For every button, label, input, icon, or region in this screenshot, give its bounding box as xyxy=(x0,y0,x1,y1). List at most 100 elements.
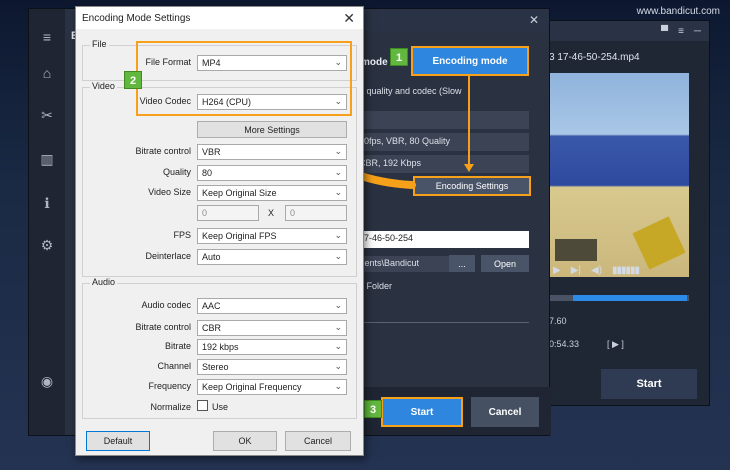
mode-heading: mode xyxy=(361,57,388,68)
time-readout: 7.60 xyxy=(549,316,567,326)
encoding-settings-button[interactable]: Encoding Settings xyxy=(413,176,531,196)
chevron-down-icon: ⌄ xyxy=(334,230,342,240)
chevron-down-icon: ⌄ xyxy=(334,341,342,351)
bitrate-label: Bitrate xyxy=(164,341,191,351)
close-icon[interactable]: ✕ xyxy=(529,13,539,27)
menu-icon[interactable]: ≡ xyxy=(678,26,684,37)
bitrate-select[interactable]: 192 kbps ⌄ xyxy=(197,339,347,355)
video-size-select[interactable]: Keep Original Size ⌄ xyxy=(197,185,347,201)
ok-button[interactable]: OK xyxy=(213,431,277,451)
chevron-down-icon: ⌄ xyxy=(334,361,342,371)
quality-label: Quality xyxy=(162,167,191,177)
record-icon[interactable]: ◉ xyxy=(38,373,56,391)
fps-value: Keep Original FPS xyxy=(202,231,277,241)
hamburger-icon[interactable]: ≡ xyxy=(38,29,56,47)
empty-row xyxy=(353,111,529,129)
quality-value: 80 xyxy=(202,168,213,178)
quality-select[interactable]: 80 ⌄ xyxy=(197,165,347,181)
chevron-down-icon: ⌄ xyxy=(334,146,342,156)
default-button[interactable]: Default xyxy=(86,431,150,451)
minimize-icon[interactable]: ─ xyxy=(694,26,701,37)
playback-controls: ▶ ▶| ◀) ▮▮▮▮▮▮ xyxy=(553,265,640,276)
deinterlace-select[interactable]: Auto ⌄ xyxy=(197,249,347,265)
chevron-down-icon: ⌄ xyxy=(334,251,342,261)
dialog-titlebar: Encoding Mode Settings ✕ xyxy=(76,7,363,29)
dialog-cancel-button[interactable]: Cancel xyxy=(285,431,351,451)
play-icon[interactable]: ▶ xyxy=(553,265,561,276)
channel-select[interactable]: Stereo ⌄ xyxy=(197,359,347,375)
channel-label: Channel xyxy=(157,361,191,371)
chevron-down-icon: ⌄ xyxy=(334,187,342,197)
desktop: www.bandicut.com ▀ ≡ ─ 3 17-46-50-254.mp… xyxy=(0,0,730,470)
encoding-mode-settings-dialog: Encoding Mode Settings ✕ File File Forma… xyxy=(75,6,364,456)
bitrate-value: 192 kbps xyxy=(202,342,239,352)
frequency-value: Keep Original Frequency xyxy=(202,382,302,392)
home-icon[interactable]: ⌂ xyxy=(38,65,56,83)
preview-filename: 3 17-46-50-254.mp4 xyxy=(549,52,640,63)
output-filename-input[interactable]: 17-46-50-254 xyxy=(353,231,529,248)
video-object xyxy=(632,216,686,270)
fps-select[interactable]: Keep Original FPS ⌄ xyxy=(197,228,347,244)
frequency-label: Frequency xyxy=(148,381,191,391)
preview-titlebar: ▀ ≡ ─ xyxy=(543,21,709,41)
bitrate-control-value: VBR xyxy=(202,147,221,157)
video-object xyxy=(555,239,597,261)
gear-icon[interactable]: ⚙ xyxy=(38,237,56,255)
video-size-value: Keep Original Size xyxy=(202,188,277,198)
folder-icon[interactable]: ▀ xyxy=(661,26,668,37)
step-badge-3: 3 xyxy=(364,400,382,418)
time-input[interactable]: 0:54.33 xyxy=(549,339,579,349)
audio-codec-value: AAC xyxy=(202,301,221,311)
bitrate-control-select[interactable]: VBR ⌄ xyxy=(197,144,347,160)
timeline-selection xyxy=(573,295,687,301)
fps-label: FPS xyxy=(173,230,191,240)
audio-bitrate-control-label: Bitrate control xyxy=(135,322,191,332)
audio-bitrate-control-select[interactable]: CBR ⌄ xyxy=(197,320,347,336)
video-group-label: Video xyxy=(90,81,117,91)
audio-codec-label: Audio codec xyxy=(141,300,191,310)
frame-step-controls[interactable]: [ ▶ ] xyxy=(607,339,624,350)
frequency-select[interactable]: Keep Original Frequency ⌄ xyxy=(197,379,347,395)
audio-group-label: Audio xyxy=(90,277,118,287)
cut-icon[interactable]: ✂ xyxy=(38,107,56,125)
volume-icon[interactable]: ◀) xyxy=(591,265,602,276)
video-spec-row: 00fps, VBR, 80 Quality xyxy=(353,133,529,151)
browse-button[interactable]: ... xyxy=(449,255,475,272)
bitrate-control-label: Bitrate control xyxy=(135,146,191,156)
bandicut-preview-window: ▀ ≡ ─ 3 17-46-50-254.mp4 ▶ ▶| ◀) ▮▮▮▮▮▮ … xyxy=(542,20,710,406)
encoding-mode-button[interactable]: Encoding mode xyxy=(411,46,529,76)
mode-description: t, quality and codec (Slow xyxy=(359,86,462,96)
chevron-down-icon: ⌄ xyxy=(334,381,342,391)
video-width-input[interactable]: 0 xyxy=(197,205,259,221)
audio-spec-row: CBR, 192 Kbps xyxy=(353,155,529,173)
cancel-encoding-button[interactable]: Cancel xyxy=(471,397,539,427)
start-encoding-button[interactable]: Start xyxy=(381,397,463,427)
dialog-title: Encoding Mode Settings xyxy=(82,13,191,24)
start-button[interactable]: Start xyxy=(601,369,697,399)
timeline-slider[interactable] xyxy=(549,295,689,301)
highlight-box xyxy=(136,41,352,116)
more-settings-button[interactable]: More Settings xyxy=(197,121,347,138)
video-size-label: Video Size xyxy=(148,187,191,197)
channel-value: Stereo xyxy=(202,362,229,372)
step-badge-2: 2 xyxy=(124,71,142,89)
normalize-checkbox[interactable] xyxy=(197,400,208,411)
step-forward-icon[interactable]: ▶| xyxy=(571,265,581,276)
output-folder-field[interactable]: ments\Bandicut xyxy=(353,256,449,272)
normalize-label: Normalize xyxy=(150,402,191,412)
audio-codec-select[interactable]: AAC ⌄ xyxy=(197,298,347,314)
file-group-label: File xyxy=(90,39,109,49)
film-icon[interactable]: ▥ xyxy=(38,151,56,169)
info-icon[interactable]: ℹ xyxy=(38,195,56,213)
volume-bar[interactable]: ▮▮▮▮▮▮ xyxy=(612,265,640,276)
dialog-close-icon[interactable]: ✕ xyxy=(343,10,355,27)
deinterlace-value: Auto xyxy=(202,252,221,262)
chevron-down-icon: ⌄ xyxy=(334,322,342,332)
open-folder-button[interactable]: Open xyxy=(481,255,529,272)
normalize-use-label[interactable]: Use xyxy=(212,402,228,412)
video-height-input[interactable]: 0 xyxy=(285,205,347,221)
divider xyxy=(353,322,529,323)
step-badge-1: 1 xyxy=(390,48,408,66)
size-separator: X xyxy=(268,208,275,218)
sidebar: ≡ ⌂ ✂ ▥ ℹ ⚙ ◉ xyxy=(29,9,65,435)
